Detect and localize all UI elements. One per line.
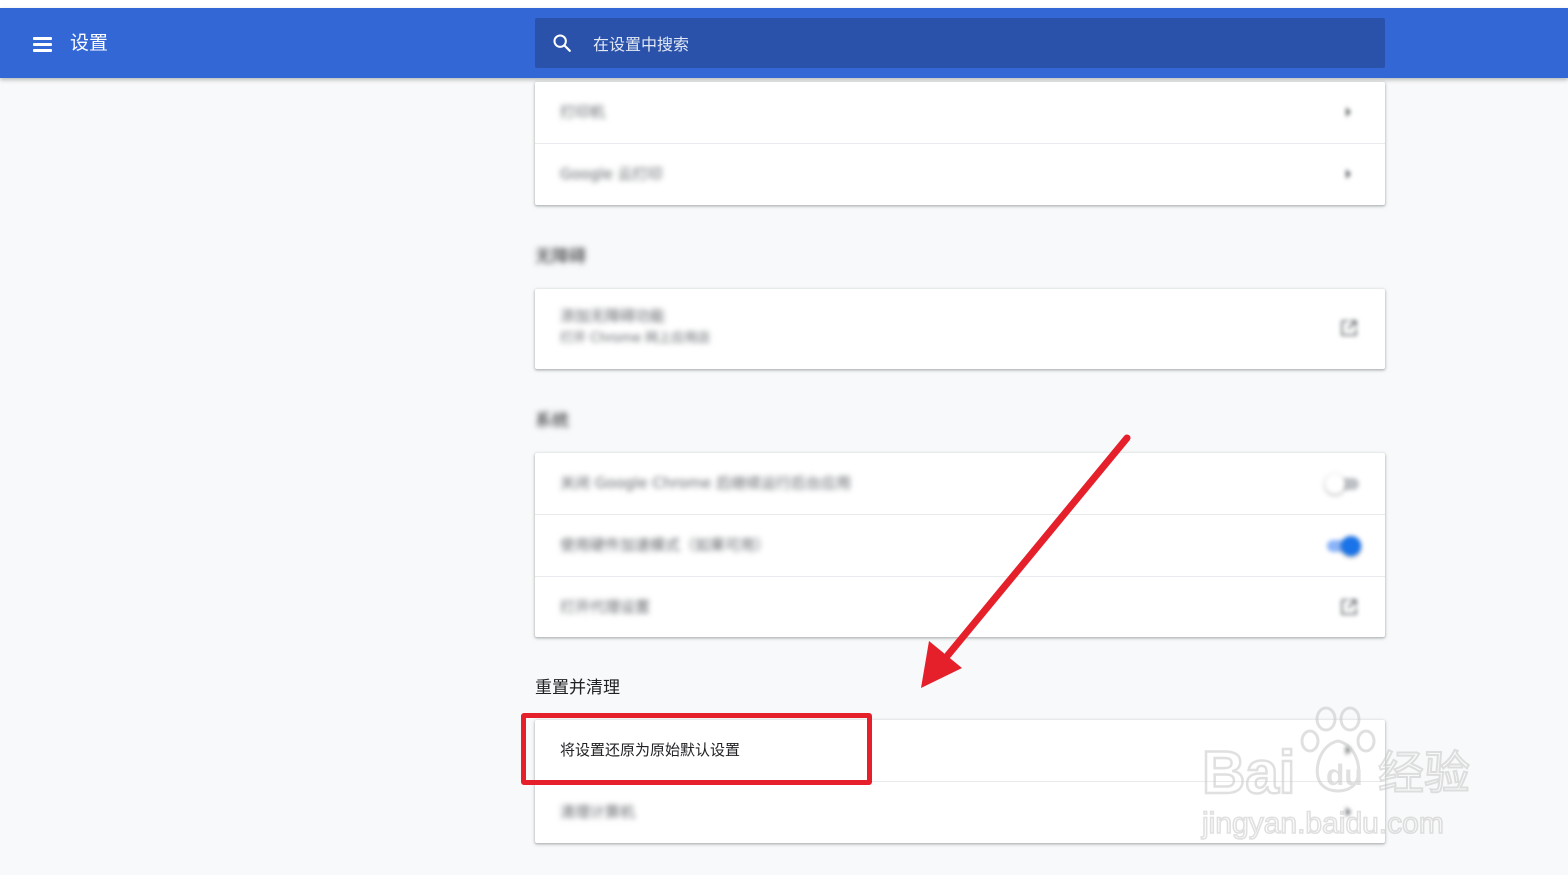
background-apps-row[interactable]: 关闭 Google Chrome 后继续运行后台应用: [535, 453, 1385, 514]
hardware-acceleration-row[interactable]: 使用硬件加速模式（如果可用）: [535, 514, 1385, 576]
baidu-watermark-logo: Bai du 经验 jingyan.baidu.com: [1200, 705, 1490, 845]
open-external-icon[interactable]: [1339, 318, 1359, 338]
proxy-settings-label: 打开代理设置: [560, 598, 651, 616]
chevron-right-icon[interactable]: [1341, 104, 1355, 120]
printers-label: 打印机: [560, 103, 606, 121]
svg-text:经验: 经验: [1378, 746, 1470, 800]
svg-text:Bai: Bai: [1202, 739, 1295, 806]
printers-row[interactable]: 打印机: [535, 82, 1385, 143]
search-input[interactable]: [591, 18, 1355, 70]
chevron-right-icon[interactable]: [1341, 166, 1355, 182]
google-cloud-print-label: Google 云打印: [560, 165, 663, 183]
page-title: 设置: [70, 32, 109, 54]
add-accessibility-row[interactable]: 添加无障碍功能 打开 Chrome 网上应用店: [535, 289, 1385, 369]
section-title-system: 系统: [535, 411, 569, 431]
search-icon[interactable]: [551, 32, 573, 54]
add-accessibility-sublabel: 打开 Chrome 网上应用店: [560, 331, 711, 346]
hardware-acceleration-label: 使用硬件加速模式（如果可用）: [560, 536, 771, 554]
section-title-accessibility: 无障碍: [535, 247, 586, 267]
add-accessibility-label: 添加无障碍功能: [560, 307, 666, 325]
menu-icon[interactable]: [30, 32, 54, 56]
window-top-strip: [0, 0, 1568, 8]
svg-text:du: du: [1326, 759, 1363, 792]
background-apps-label: 关闭 Google Chrome 后继续运行后台应用: [560, 474, 852, 492]
google-cloud-print-row[interactable]: Google 云打印: [535, 143, 1385, 205]
clean-up-computer-label: 清理计算机: [560, 803, 636, 821]
system-card: 关闭 Google Chrome 后继续运行后台应用 使用硬件加速模式（如果可用…: [535, 453, 1385, 637]
settings-toolbar: 设置: [0, 8, 1568, 78]
accessibility-card: 添加无障碍功能 打开 Chrome 网上应用店: [535, 289, 1385, 369]
search-box[interactable]: [535, 18, 1385, 70]
proxy-settings-row[interactable]: 打开代理设置: [535, 576, 1385, 638]
open-external-icon[interactable]: [1339, 597, 1359, 617]
section-title-reset: 重置并清理: [535, 678, 620, 698]
svg-text:jingyan.baidu.com: jingyan.baidu.com: [1201, 807, 1444, 840]
printers-card: 打印机 Google 云打印: [535, 82, 1385, 205]
background-apps-toggle[interactable]: [1325, 474, 1361, 494]
annotation-highlight-box: [521, 713, 872, 785]
hardware-acceleration-toggle[interactable]: [1325, 536, 1361, 556]
